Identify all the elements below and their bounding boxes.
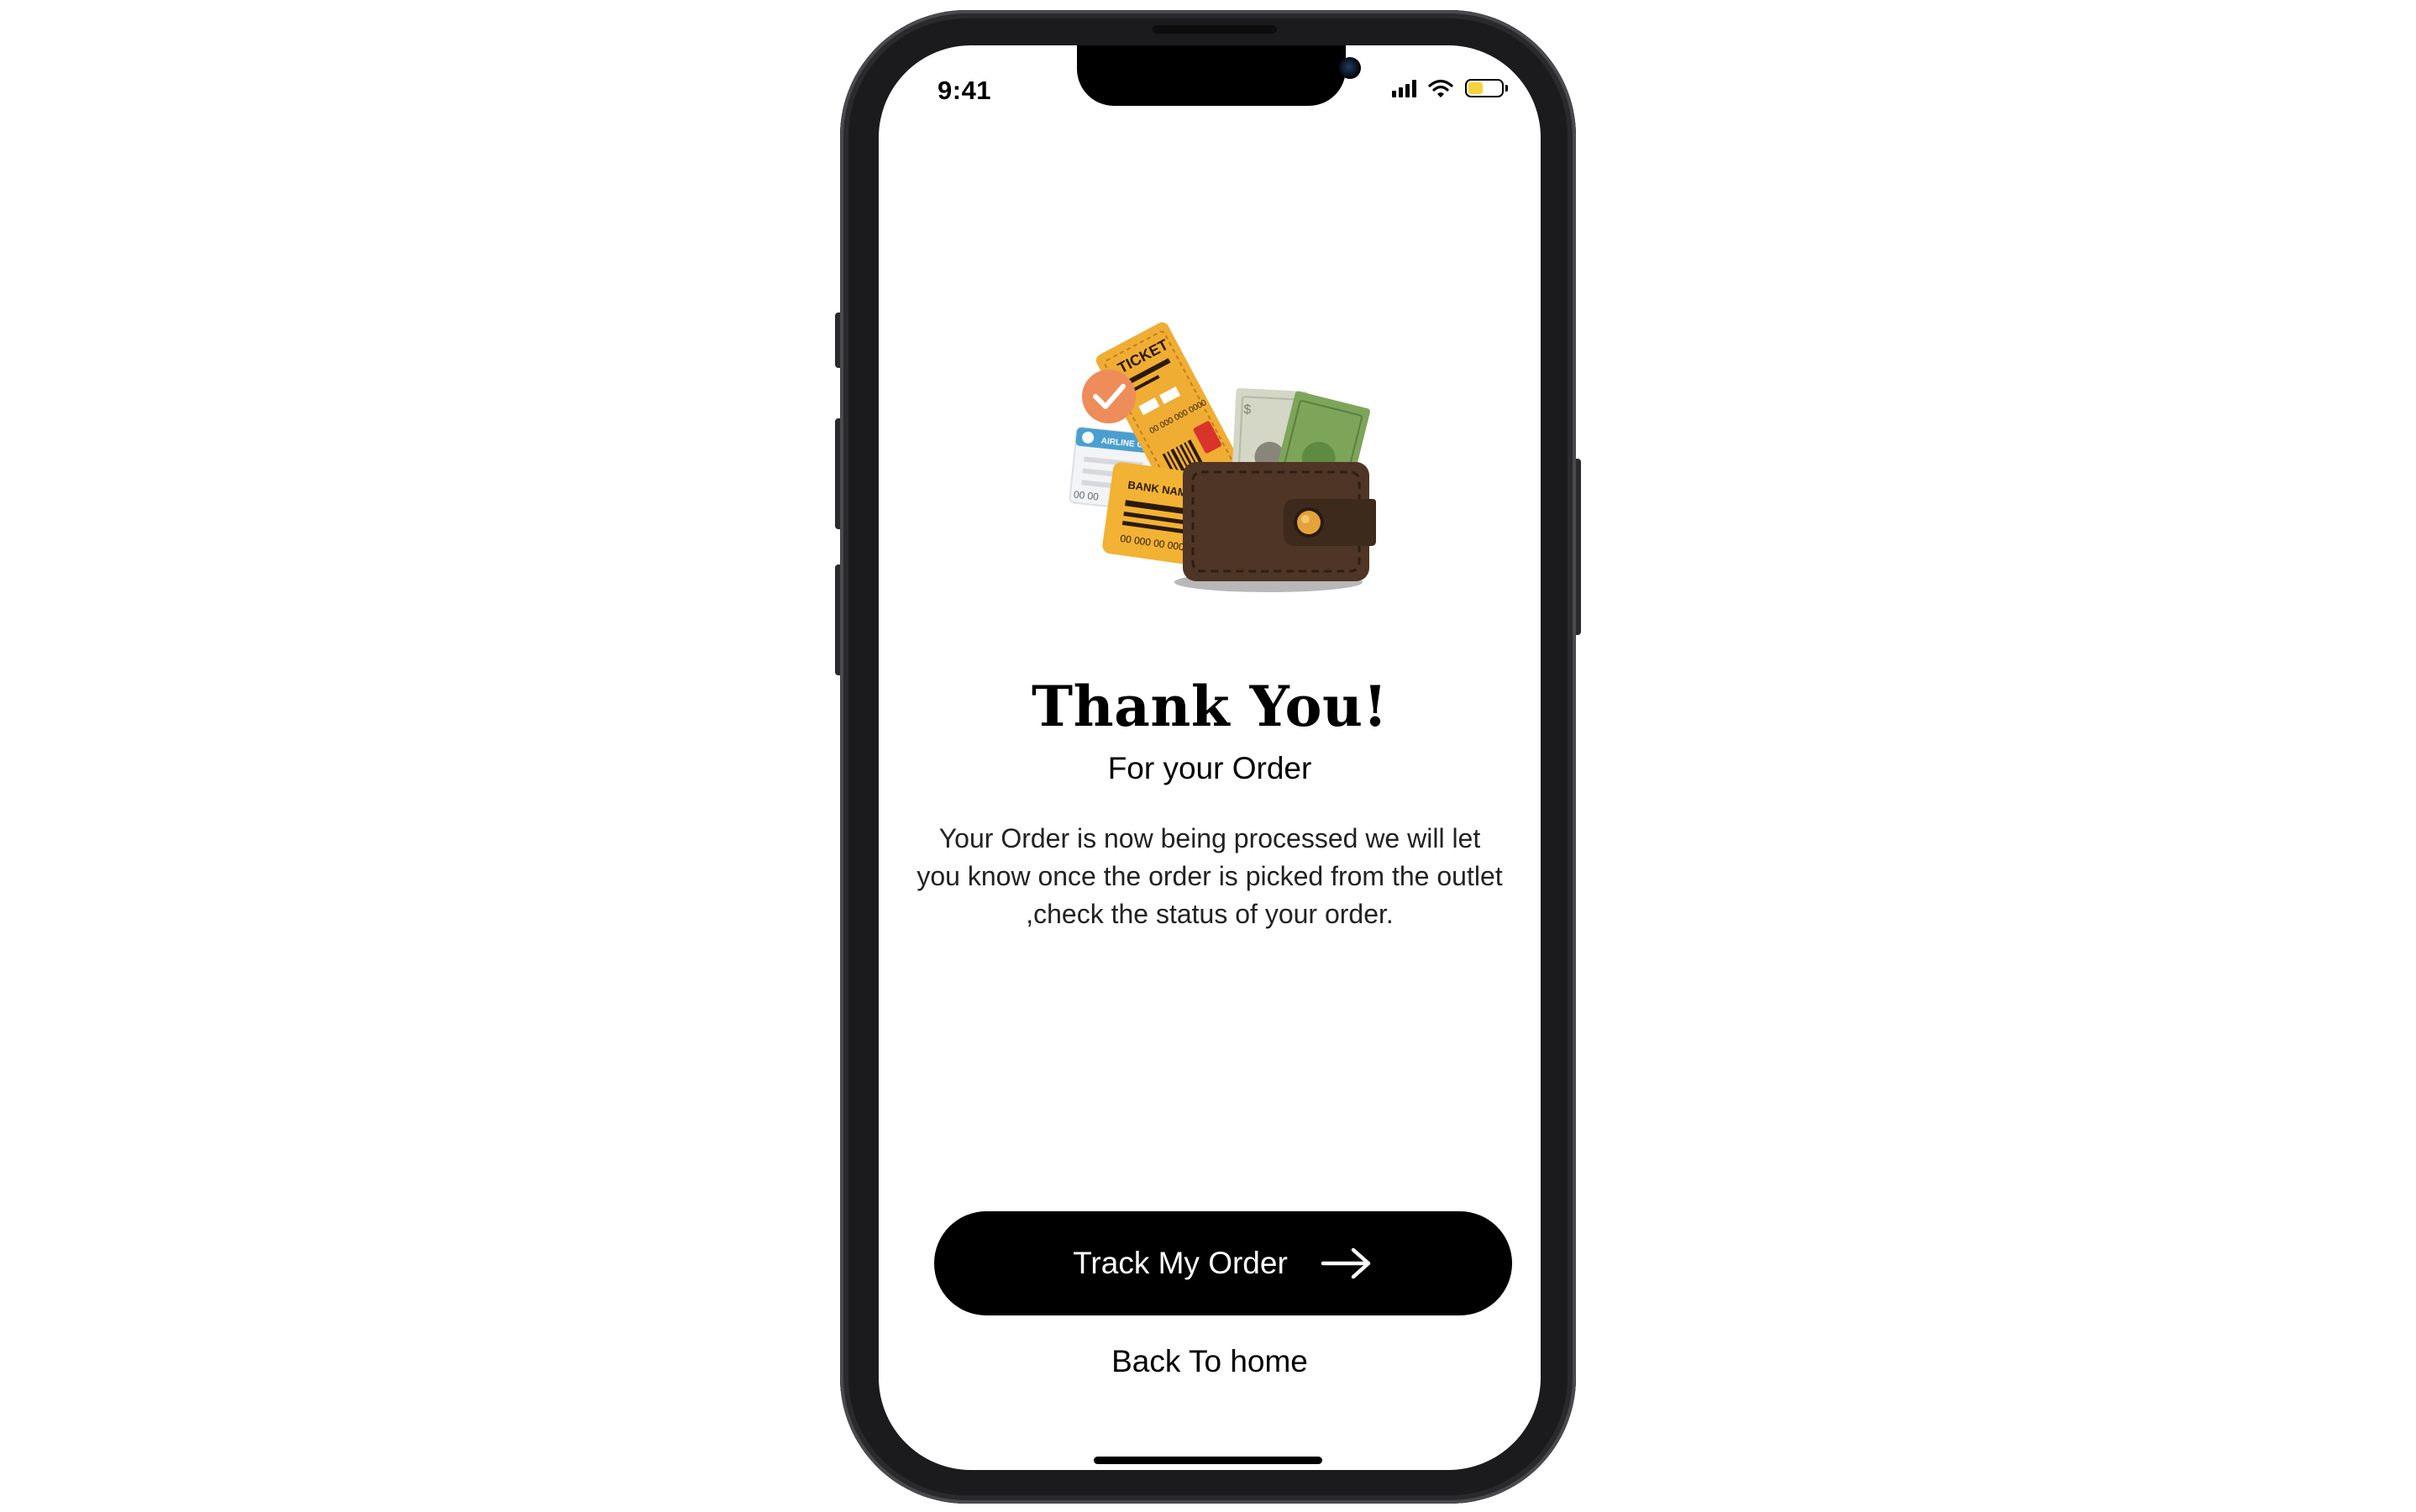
phone-screen: 9:41 AIRLINE CARDS 00 00 TICKET 00 000 0… [879, 45, 1541, 1470]
canvas: 9:41 AIRLINE CARDS 00 00 TICKET 00 000 0… [0, 0, 2416, 1512]
track-order-button[interactable]: Track My Order [934, 1211, 1512, 1315]
notch [1077, 45, 1361, 106]
status-time: 9:41 [938, 76, 992, 105]
speaker-grille [1153, 25, 1277, 34]
page-title: Thank You! [1032, 674, 1388, 739]
page-subtitle: For your Order [1107, 751, 1312, 785]
arrow-right-icon [1321, 1247, 1371, 1279]
front-camera [1339, 57, 1361, 79]
back-to-home-link[interactable]: Back To home [879, 1344, 1541, 1379]
check-badge [1082, 370, 1136, 423]
wifi-icon [1428, 79, 1453, 97]
svg-text:$: $ [1243, 402, 1252, 417]
signal-icon [1392, 79, 1416, 97]
wallet-illustration: AIRLINE CARDS 00 00 TICKET 00 000 000 00… [1069, 322, 1376, 592]
track-order-label: Track My Order [1073, 1246, 1288, 1280]
battery-icon [1465, 79, 1508, 97]
battery-level [1468, 82, 1483, 94]
order-status-message: Your Order is now being processed we wil… [917, 823, 1503, 929]
status-icons [1392, 79, 1508, 97]
home-indicator [1094, 1457, 1322, 1464]
wallet [1183, 462, 1376, 581]
